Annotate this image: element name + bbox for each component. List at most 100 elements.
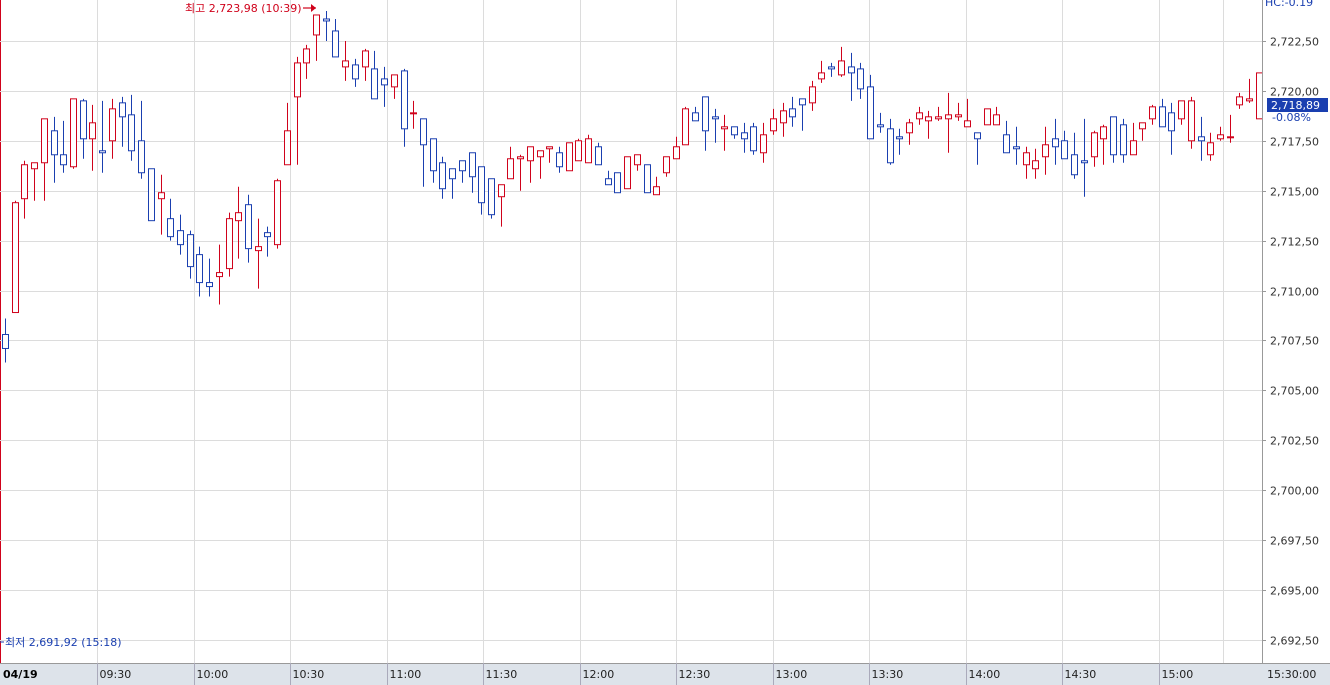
- candle-body: [284, 130, 291, 166]
- candle-body: [887, 128, 894, 164]
- candle-body: [1188, 100, 1195, 142]
- candle-body: [459, 160, 466, 172]
- candle-body: [21, 164, 28, 200]
- candle-body: [439, 162, 446, 190]
- candle-body: [974, 132, 981, 140]
- y-tick-label: 2,712,50: [1270, 236, 1319, 249]
- candle-body: [692, 112, 699, 122]
- low-annotation: 최저 2,691,92 (15:18): [5, 636, 122, 649]
- candle-body: [323, 18, 330, 22]
- candle-body: [1120, 124, 1127, 156]
- candle-body: [449, 168, 456, 180]
- candle-body: [196, 254, 203, 284]
- candle-body: [780, 110, 787, 124]
- candle-body: [1071, 154, 1078, 176]
- candle-body: [148, 168, 155, 222]
- candle-body: [663, 156, 670, 174]
- candle-body: [1217, 134, 1224, 140]
- candle-body: [828, 66, 835, 70]
- x-tick-label: 12:30: [679, 668, 711, 681]
- candle-body: [1130, 140, 1137, 156]
- candle-body: [1227, 136, 1234, 139]
- candle-body: [507, 158, 514, 180]
- candle-body: [41, 118, 48, 164]
- y-tick-label: 2,705,00: [1270, 385, 1319, 398]
- candle-body: [313, 14, 320, 36]
- x-axis: 04/19 09:30 10:00 10:30 11:00 11:30 12:00 12:30…: [0, 663, 1330, 685]
- candle-body: [167, 218, 174, 238]
- candle-body: [255, 246, 262, 252]
- candle-body: [799, 98, 806, 106]
- candle-body: [401, 70, 408, 130]
- candle-body: [381, 78, 388, 86]
- x-tick-label: 10:00: [197, 668, 229, 681]
- x-tick-label: 13:30: [872, 668, 904, 681]
- candle-body: [653, 186, 660, 196]
- candle-body: [546, 146, 553, 150]
- candle-body: [993, 114, 1000, 126]
- y-tick-label: 2,697,50: [1270, 535, 1319, 548]
- candle-body: [750, 126, 757, 152]
- candle-body: [945, 114, 952, 120]
- candle-body: [60, 154, 67, 166]
- candle-body: [1100, 126, 1107, 140]
- candle-body: [1159, 106, 1166, 128]
- y-tick-label: 2,722,50: [1270, 36, 1319, 49]
- candle-body: [537, 150, 544, 158]
- candle-body: [877, 124, 884, 128]
- candle-body: [984, 108, 991, 126]
- candle-body: [158, 192, 165, 200]
- candle-body: [70, 98, 77, 168]
- candle-body: [332, 30, 339, 58]
- candle-body: [848, 66, 855, 74]
- candle-body: [303, 48, 310, 64]
- y-tick-label: 2,710,00: [1270, 286, 1319, 299]
- candle-body: [128, 114, 135, 152]
- candle-body: [245, 204, 252, 250]
- candle-body: [362, 50, 369, 68]
- candle-body: [1110, 116, 1117, 156]
- candle-body: [235, 212, 242, 222]
- candle-body: [274, 180, 281, 246]
- change-label: -0.08%: [1272, 111, 1311, 124]
- candle-body: [264, 232, 271, 238]
- candle-body: [818, 72, 825, 80]
- candle-body: [99, 150, 106, 154]
- candle-body: [595, 146, 602, 166]
- candle-body: [1256, 72, 1263, 120]
- candle-body: [556, 152, 563, 168]
- candle-body: [342, 60, 349, 68]
- candle-body: [352, 64, 359, 80]
- candle-body: [1198, 136, 1205, 142]
- chart-grid: [0, 0, 1262, 663]
- x-tick-label: 09:30: [100, 668, 132, 681]
- candle-body: [488, 178, 495, 216]
- date-label: 04/19: [3, 668, 38, 681]
- candle-body: [31, 162, 38, 170]
- candle-body: [741, 132, 748, 140]
- candle-body: [1003, 134, 1010, 154]
- candle-body: [789, 108, 796, 118]
- candle-body: [1178, 100, 1185, 120]
- candle-body: [1013, 146, 1020, 150]
- candle-body: [498, 184, 505, 198]
- candle-body: [187, 234, 194, 268]
- x-tick-label: 14:30: [1065, 668, 1097, 681]
- high-annotation: 최고 2,723,98 (10:39): [185, 2, 302, 15]
- y-tick-label: 2,715,00: [1270, 186, 1319, 199]
- candle-body: [1032, 160, 1039, 170]
- candle-body: [206, 282, 213, 288]
- candle-body: [935, 116, 942, 120]
- candle-body: [702, 96, 709, 132]
- candle-body: [1023, 152, 1030, 166]
- candle-body: [80, 100, 87, 140]
- candle-body: [1149, 106, 1156, 120]
- candle-body: [1207, 142, 1214, 156]
- candle-body: [857, 68, 864, 90]
- candle-body: [1168, 112, 1175, 132]
- y-tick-label: 2,707,50: [1270, 335, 1319, 348]
- x-tick-label: 11:30: [486, 668, 518, 681]
- x-tick-label: 15:00: [1162, 668, 1194, 681]
- y-tick-label: 2,692,50: [1270, 635, 1319, 648]
- candle-body: [1052, 138, 1059, 148]
